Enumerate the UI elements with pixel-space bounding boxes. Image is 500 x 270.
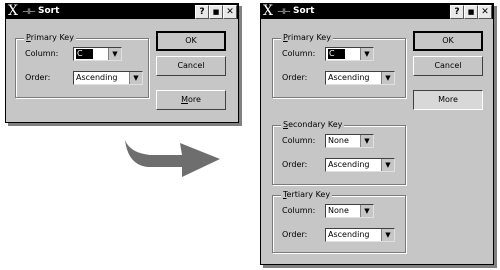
primary-key-group: Primary Key Column: C ▼ Order: Ascending… xyxy=(15,33,149,98)
arrow-right-icon xyxy=(125,140,220,177)
order-select[interactable]: Ascending ▼ xyxy=(73,71,143,85)
column-select[interactable]: None ▼ xyxy=(325,134,374,148)
x-logo-icon[interactable]: X xyxy=(263,4,277,19)
chevron-down-icon[interactable]: ▼ xyxy=(108,48,121,60)
column-value: None xyxy=(328,136,349,145)
title-bar[interactable]: X ⊣⊢ Sort ? ■ ✕ xyxy=(261,4,493,19)
primary-key-group: Primary Key Column: C ▼ Order: Ascending… xyxy=(272,33,406,98)
title-bar[interactable]: X ⊣⊢ Sort ? ■ ✕ xyxy=(6,4,238,19)
close-icon[interactable]: ✕ xyxy=(478,5,492,19)
order-label: Order: xyxy=(282,230,308,239)
chevron-down-icon[interactable]: ▼ xyxy=(129,72,142,84)
more-button[interactable]: More xyxy=(156,90,226,110)
help-icon[interactable]: ? xyxy=(450,5,464,19)
dialog-title: Sort xyxy=(293,6,315,16)
column-select[interactable]: None ▼ xyxy=(325,204,374,218)
tertiary-key-label: Tertiary Key xyxy=(281,190,333,200)
chevron-down-icon[interactable]: ▼ xyxy=(360,48,373,60)
chevron-down-icon[interactable]: ▼ xyxy=(360,205,373,217)
sort-dialog-collapsed: X ⊣⊢ Sort ? ■ ✕ Primary Key Column: C ▼ … xyxy=(5,3,239,123)
chevron-down-icon[interactable]: ▼ xyxy=(381,229,394,241)
order-select[interactable]: Ascending ▼ xyxy=(325,71,395,85)
order-label: Order: xyxy=(282,73,308,82)
order-select[interactable]: Ascending ▼ xyxy=(325,158,395,172)
more-button[interactable]: More xyxy=(413,90,483,110)
order-label: Order: xyxy=(282,160,308,169)
ok-button[interactable]: OK xyxy=(156,31,226,51)
column-select[interactable]: C ▼ xyxy=(73,47,122,61)
maximize-icon[interactable]: ■ xyxy=(209,5,223,19)
column-value: None xyxy=(328,206,349,215)
primary-key-label: Primary Key xyxy=(281,33,333,43)
order-value: Ascending xyxy=(76,73,118,82)
column-label: Column: xyxy=(282,136,316,145)
chevron-down-icon[interactable]: ▼ xyxy=(381,72,394,84)
pin-icon[interactable]: ⊣⊢ xyxy=(22,4,36,19)
sort-dialog-expanded: X ⊣⊢ Sort ? ■ ✕ Primary Key Column: C ▼ … xyxy=(260,3,494,265)
order-label: Order: xyxy=(25,73,51,82)
tertiary-key-group: Tertiary Key Column: None ▼ Order: Ascen… xyxy=(272,190,406,253)
primary-key-label: Primary Key xyxy=(24,33,76,43)
chevron-down-icon[interactable]: ▼ xyxy=(381,159,394,171)
chevron-down-icon[interactable]: ▼ xyxy=(360,135,373,147)
secondary-key-label: Secondary Key xyxy=(281,120,345,130)
dialog-title: Sort xyxy=(38,6,60,16)
maximize-icon[interactable]: ■ xyxy=(464,5,478,19)
cancel-button[interactable]: Cancel xyxy=(156,56,226,76)
column-value: C xyxy=(76,49,93,59)
column-value: C xyxy=(328,49,345,59)
cancel-button[interactable]: Cancel xyxy=(413,56,483,76)
column-label: Column: xyxy=(282,49,316,58)
ok-button[interactable]: OK xyxy=(413,31,483,51)
order-value: Ascending xyxy=(328,73,370,82)
order-value: Ascending xyxy=(328,230,370,239)
x-logo-icon[interactable]: X xyxy=(8,4,22,19)
column-label: Column: xyxy=(25,49,59,58)
order-select[interactable]: Ascending ▼ xyxy=(325,228,395,242)
pin-icon[interactable]: ⊣⊢ xyxy=(277,4,291,19)
secondary-key-group: Secondary Key Column: None ▼ Order: Asce… xyxy=(272,120,406,185)
column-label: Column: xyxy=(282,206,316,215)
close-icon[interactable]: ✕ xyxy=(223,5,237,19)
column-select[interactable]: C ▼ xyxy=(325,47,374,61)
help-icon[interactable]: ? xyxy=(195,5,209,19)
order-value: Ascending xyxy=(328,160,370,169)
